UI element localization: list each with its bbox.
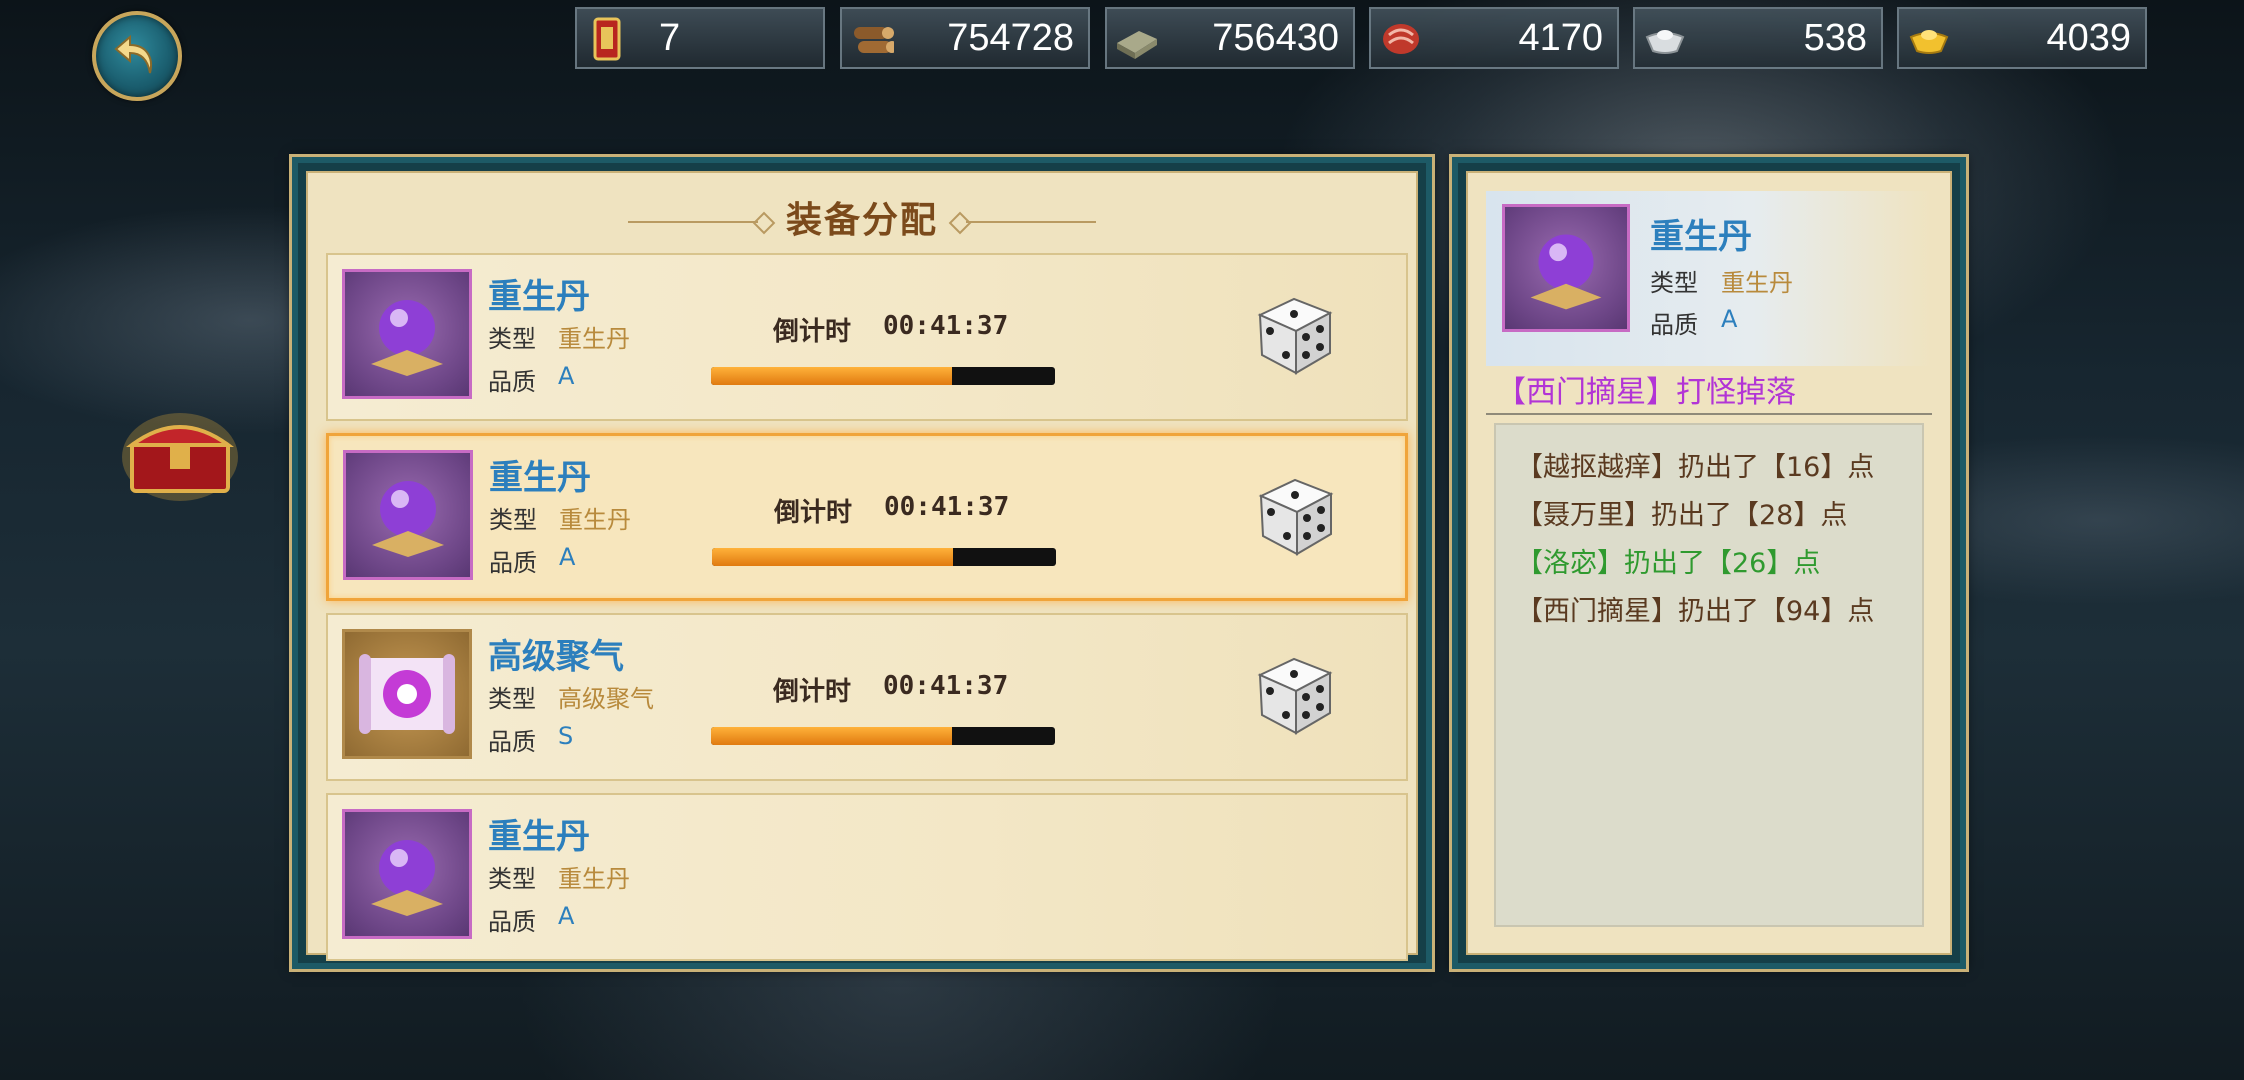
- roll-log-entry: 【洛宓】扔出了【26】点: [1516, 548, 1821, 579]
- detail-quality-label: 品质: [1650, 311, 1698, 339]
- quality-label: 品质: [489, 549, 537, 577]
- item-name: 重生丹: [489, 458, 591, 498]
- quality-value: S: [558, 722, 574, 750]
- detail-body: 重生丹 类型 重生丹 品质 A 【西门摘星】打怪掉落 【越抠越痒】扔出了【16】…: [1466, 171, 1952, 955]
- resource-token-value: 7: [659, 17, 681, 59]
- countdown-label: 倒计时: [773, 677, 852, 707]
- type-value: 重生丹: [558, 865, 630, 893]
- item-row-1[interactable]: 重生丹 类型 重生丹 品质 A 倒计时 00:41:37: [326, 253, 1408, 421]
- back-button[interactable]: [92, 11, 182, 101]
- token-icon: [593, 17, 621, 61]
- purple-orb-icon: [342, 269, 472, 399]
- title-decoration-right: [966, 221, 1096, 223]
- countdown-time: 00:41:37: [884, 492, 1010, 522]
- resource-gold: 4039: [1897, 7, 2147, 69]
- roll-log[interactable]: 【越抠越痒】扔出了【16】点 【聂万里】扔出了【28】点 【洛宓】扔出了【26】…: [1494, 423, 1924, 927]
- resource-wood: 754728: [840, 7, 1090, 69]
- dice-roll-button[interactable]: [1251, 470, 1341, 560]
- treasure-chest-icon[interactable]: [122, 405, 238, 501]
- progress-fill: [711, 727, 952, 745]
- back-arrow-icon: [114, 34, 152, 74]
- countdown-time: 00:41:37: [883, 311, 1009, 341]
- resource-stone-value: 756430: [1212, 17, 1339, 59]
- resource-stone: 756430: [1105, 7, 1355, 69]
- purple-orb-icon: [342, 809, 472, 939]
- quality-label: 品质: [488, 908, 536, 936]
- countdown-label: 倒计时: [773, 317, 852, 347]
- roll-log-entry: 【聂万里】扔出了【28】点: [1516, 500, 1848, 531]
- resource-meat-value: 4170: [1518, 17, 1603, 59]
- item-row-3[interactable]: 高级聚气 类型 高级聚气 品质 S 倒计时 00:41:37: [326, 613, 1408, 781]
- divider: [1486, 413, 1932, 415]
- resource-meat: 4170: [1369, 7, 1619, 69]
- roll-log-entry: 【西门摘星】扔出了【94】点: [1516, 596, 1875, 627]
- resource-silver-value: 538: [1803, 17, 1867, 59]
- drop-source: 【西门摘星】打怪掉落: [1496, 375, 1796, 410]
- equipment-distribution-panel: 装备分配 重生丹 类型 重生丹 品质 A 倒计时 00:41:37 重生丹 类型…: [292, 157, 1432, 969]
- type-label: 类型: [489, 506, 537, 534]
- scroll-icon: [342, 629, 472, 759]
- countdown-progress-bar: [712, 548, 1056, 566]
- resource-wood-value: 754728: [947, 17, 1074, 59]
- resource-token: 7: [575, 7, 825, 69]
- resource-gold-value: 4039: [2046, 17, 2131, 59]
- countdown-progress-bar: [711, 727, 1055, 745]
- panel-title: 装备分配: [785, 200, 938, 241]
- type-value: 重生丹: [559, 506, 631, 534]
- panel-body: 装备分配 重生丹 类型 重生丹 品质 A 倒计时 00:41:37 重生丹 类型…: [306, 171, 1418, 961]
- countdown-label: 倒计时: [774, 498, 853, 528]
- dice-roll-button[interactable]: [1250, 649, 1340, 739]
- quality-value: A: [558, 902, 575, 930]
- item-name: 重生丹: [488, 817, 590, 857]
- item-row-4[interactable]: 重生丹 类型 重生丹 品质 A: [326, 793, 1408, 961]
- type-value: 重生丹: [558, 325, 630, 353]
- type-value: 高级聚气: [558, 685, 654, 713]
- quality-label: 品质: [488, 728, 536, 756]
- item-name: 重生丹: [488, 277, 590, 317]
- detail-type-value: 重生丹: [1721, 269, 1793, 297]
- detail-quality-value: A: [1721, 305, 1738, 333]
- countdown-time: 00:41:37: [883, 671, 1009, 701]
- countdown-progress-bar: [711, 367, 1055, 385]
- item-row-2[interactable]: 重生丹 类型 重生丹 品质 A 倒计时 00:41:37: [326, 433, 1408, 601]
- purple-orb-icon: [343, 450, 473, 580]
- item-name: 高级聚气: [488, 637, 624, 677]
- detail-type-label: 类型: [1650, 269, 1698, 297]
- quality-value: A: [558, 362, 575, 390]
- progress-fill: [712, 548, 953, 566]
- type-label: 类型: [488, 325, 536, 353]
- resource-silver: 538: [1633, 7, 1883, 69]
- type-label: 类型: [488, 865, 536, 893]
- type-label: 类型: [488, 685, 536, 713]
- purple-orb-icon: [1502, 204, 1630, 332]
- quality-value: A: [559, 543, 576, 571]
- detail-item-name: 重生丹: [1650, 217, 1752, 257]
- quality-label: 品质: [488, 368, 536, 396]
- dice-roll-button[interactable]: [1250, 289, 1340, 379]
- progress-fill: [711, 367, 952, 385]
- detail-header: 重生丹 类型 重生丹 品质 A: [1486, 191, 1932, 366]
- item-detail-panel: 重生丹 类型 重生丹 品质 A 【西门摘星】打怪掉落 【越抠越痒】扔出了【16】…: [1452, 157, 1966, 969]
- roll-log-entry: 【越抠越痒】扔出了【16】点: [1516, 452, 1875, 483]
